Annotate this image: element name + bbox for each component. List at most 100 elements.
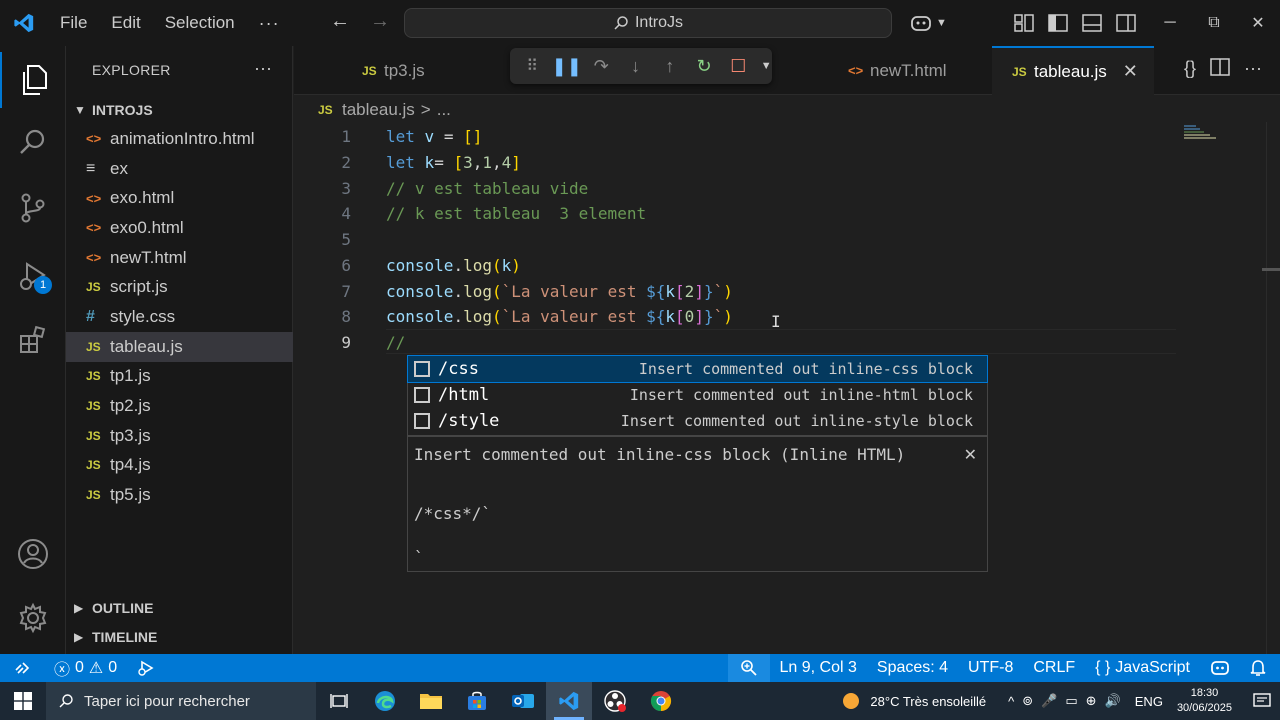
accounts-icon[interactable] <box>0 526 66 582</box>
split-editor-icon[interactable] <box>1210 58 1230 76</box>
menu-more-icon[interactable]: ··· <box>247 0 292 46</box>
toggle-secondary-sidebar-icon[interactable] <box>1116 14 1136 32</box>
indentation[interactable]: Spaces: 4 <box>867 654 958 682</box>
folder-introjs[interactable]: ▼ INTROJS <box>66 97 293 123</box>
stop-icon[interactable]: ☐ <box>726 53 750 79</box>
obs-studio-icon[interactable] <box>592 682 638 720</box>
json-braces-icon[interactable]: {} <box>1184 58 1196 79</box>
toggle-primary-sidebar-icon[interactable] <box>1048 14 1068 32</box>
minimize-icon[interactable]: ─ <box>1148 0 1192 46</box>
code-line[interactable]: 3 // v est tableau vide <box>294 175 1280 201</box>
input-language[interactable]: ENG <box>1135 694 1163 709</box>
breadcrumb-file[interactable]: tableau.js <box>342 100 415 120</box>
end-of-line[interactable]: CRLF <box>1023 654 1085 682</box>
notifications-icon[interactable] <box>1252 692 1272 710</box>
tab-tableau[interactable]: JS tableau.js ✕ <box>992 46 1154 95</box>
file-explorer-icon[interactable] <box>408 682 454 720</box>
code-line[interactable]: 9 // <box>294 330 1280 356</box>
tab-tp3[interactable]: JS tp3.js <box>342 46 532 95</box>
file-item[interactable]: <> exo.html <box>66 183 293 213</box>
timeline-section[interactable]: ▶ TIMELINE <box>66 624 293 650</box>
code-line[interactable]: 2 let k= [3,1,4] <box>294 150 1280 176</box>
file-item[interactable]: JS tp1.js <box>66 362 293 392</box>
problems-indicator[interactable]: ⓧ 0 ⚠ 0 <box>44 654 127 682</box>
tray-chevron-up-icon[interactable]: ^ <box>1008 694 1014 709</box>
code-line[interactable]: 1 let v = [] <box>294 124 1280 150</box>
code-line[interactable]: 7 console.log(`La valeur est ${k[2]}`) <box>294 278 1280 304</box>
language-mode[interactable]: { } JavaScript <box>1085 654 1200 682</box>
explorer-more-icon[interactable]: ··· <box>254 58 272 79</box>
suggestion-item[interactable]: /css Insert commented out inline-css blo… <box>407 355 988 383</box>
file-item[interactable]: JS tp4.js <box>66 451 293 481</box>
menu-file[interactable]: File <box>48 0 99 46</box>
microphone-icon[interactable]: 🎤 <box>1041 693 1057 709</box>
remote-indicator-icon[interactable] <box>0 654 44 682</box>
file-item[interactable]: ≡ ex <box>66 154 293 184</box>
task-view-icon[interactable] <box>316 682 362 720</box>
file-item-selected[interactable]: JS tableau.js <box>66 331 293 362</box>
file-item[interactable]: <> animationIntro.html <box>66 124 293 154</box>
editor-more-icon[interactable]: ··· <box>1244 58 1262 79</box>
forward-arrow-icon[interactable]: → <box>368 10 392 33</box>
run-debug-icon[interactable]: 1 <box>0 248 66 304</box>
restore-icon[interactable]: ⧉ <box>1192 0 1236 46</box>
file-item[interactable]: # style.css <box>66 302 293 332</box>
encoding[interactable]: UTF-8 <box>958 654 1023 682</box>
toggle-panel-icon[interactable] <box>1082 14 1102 32</box>
search-icon[interactable] <box>0 114 66 170</box>
copilot-dropdown-icon[interactable]: ▼ <box>936 17 947 29</box>
file-item[interactable]: JS tp5.js <box>66 480 293 510</box>
settings-gear-icon[interactable] <box>0 590 66 646</box>
code-line[interactable]: 5 <box>294 227 1280 253</box>
outline-section[interactable]: ▶ OUTLINE <box>66 595 293 621</box>
drag-handle-icon[interactable]: ⠿ <box>520 53 544 79</box>
vscode-taskbar-icon[interactable] <box>546 682 592 720</box>
tab-newt[interactable]: <> newT.html <box>828 46 990 95</box>
explorer-icon[interactable] <box>0 52 66 108</box>
file-item[interactable]: <> exo0.html <box>66 213 293 243</box>
volume-icon[interactable]: 🔊 <box>1105 693 1121 709</box>
extensions-icon[interactable] <box>0 312 66 368</box>
close-details-icon[interactable]: ✕ <box>964 445 977 464</box>
notifications-bell-icon[interactable] <box>1240 654 1280 682</box>
weather-text[interactable]: 28°C Très ensoleillé <box>870 694 986 709</box>
copilot-status-icon[interactable] <box>1200 654 1240 682</box>
file-item[interactable]: <> newT.html <box>66 243 293 273</box>
command-center-search[interactable]: IntroJs <box>404 8 892 38</box>
zoom-icon[interactable] <box>727 654 770 682</box>
copilot-icon[interactable] <box>910 13 932 33</box>
clock[interactable]: 18:30 30/06/2025 <box>1177 686 1232 716</box>
menu-selection[interactable]: Selection <box>153 0 247 46</box>
windows-start-icon[interactable] <box>0 682 46 720</box>
debug-status-icon[interactable] <box>127 654 165 682</box>
source-control-icon[interactable] <box>0 180 66 236</box>
meet-now-icon[interactable]: ⊚ <box>1022 693 1033 709</box>
chrome-icon[interactable] <box>638 682 684 720</box>
breadcrumb-symbols[interactable]: ... <box>437 100 451 120</box>
back-arrow-icon[interactable]: ← <box>328 10 352 33</box>
file-item[interactable]: JS script.js <box>66 272 293 302</box>
restart-icon[interactable]: ↻ <box>692 53 716 79</box>
close-tab-icon[interactable]: ✕ <box>1123 61 1138 82</box>
close-window-icon[interactable]: ✕ <box>1236 0 1280 46</box>
suggestion-item[interactable]: /html Insert commented out inline-html b… <box>408 382 987 408</box>
code-line[interactable]: 4 // k est tableau 3 element <box>294 201 1280 227</box>
step-into-icon[interactable]: ↓ <box>623 53 647 79</box>
microsoft-store-icon[interactable] <box>454 682 500 720</box>
file-item[interactable]: JS tp2.js <box>66 391 293 421</box>
taskbar-search[interactable]: Taper ici pour rechercher <box>46 682 316 720</box>
network-globe-icon[interactable]: ⊕ <box>1086 693 1097 709</box>
code-line[interactable]: 8 console.log(`La valeur est ${k[0]}`) <box>294 304 1280 330</box>
code-line[interactable]: 6 console.log(k) <box>294 253 1280 279</box>
file-item[interactable]: JS tp3.js <box>66 421 293 451</box>
outlook-icon[interactable] <box>500 682 546 720</box>
suggestion-item[interactable]: /style Insert commented out inline-style… <box>408 408 987 434</box>
cursor-position[interactable]: Ln 9, Col 3 <box>770 654 867 682</box>
chevron-down-icon[interactable]: ▼ <box>760 53 772 79</box>
step-out-icon[interactable]: ↑ <box>658 53 682 79</box>
step-over-icon[interactable]: ↷ <box>589 53 613 79</box>
edge-browser-icon[interactable] <box>362 682 408 720</box>
pause-icon[interactable]: ❚❚ <box>552 53 582 79</box>
menu-edit[interactable]: Edit <box>99 0 152 46</box>
customize-layout-icon[interactable] <box>1014 14 1034 32</box>
